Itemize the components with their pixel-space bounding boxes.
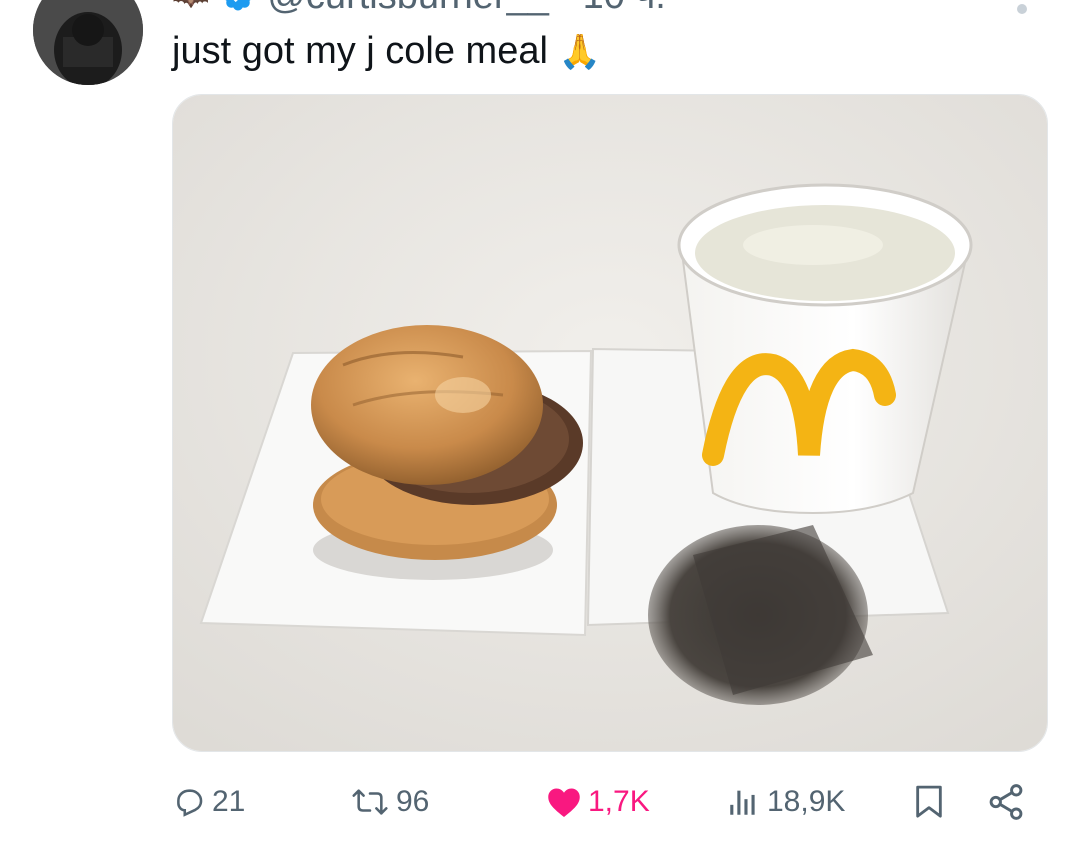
retweet-icon: [352, 789, 388, 815]
more-options-icon[interactable]: [1017, 4, 1027, 14]
avatar[interactable]: [33, 0, 143, 85]
retweet-button[interactable]: 96: [350, 770, 429, 834]
tweet-actions: 21 96 1,7K 18,9K: [0, 770, 1080, 834]
like-button[interactable]: 1,7K: [546, 770, 650, 834]
heart-icon: [548, 788, 580, 817]
tweet-photo[interactable]: [172, 94, 1048, 752]
views-count: 18,9K: [767, 785, 846, 818]
reply-button[interactable]: 21: [172, 770, 245, 834]
tweet-body: just got my j cole meal: [172, 30, 548, 72]
pray-emoji: 🙏: [558, 32, 601, 72]
views-icon: [730, 790, 755, 815]
photo-scene: [173, 95, 1047, 751]
share-icon: [989, 784, 1023, 820]
views-button[interactable]: 18,9K: [725, 770, 845, 834]
tweet-header: 🦇 @curtisburner__ · 10 ч.: [172, 0, 666, 18]
retweet-count: 96: [396, 785, 430, 818]
bookmark-icon: [916, 785, 942, 818]
user-handle[interactable]: @curtisburner__ · 10 ч.: [267, 0, 665, 18]
tweet-text: just got my j cole meal 🙏: [172, 28, 601, 75]
bat-emoji: 🦇: [172, 0, 209, 14]
bookmark-button[interactable]: [912, 770, 946, 834]
reply-icon: [177, 789, 203, 817]
share-button[interactable]: [986, 770, 1026, 834]
verified-icon: [225, 0, 251, 11]
like-count: 1,7K: [588, 785, 650, 818]
reply-count: 21: [212, 785, 246, 818]
